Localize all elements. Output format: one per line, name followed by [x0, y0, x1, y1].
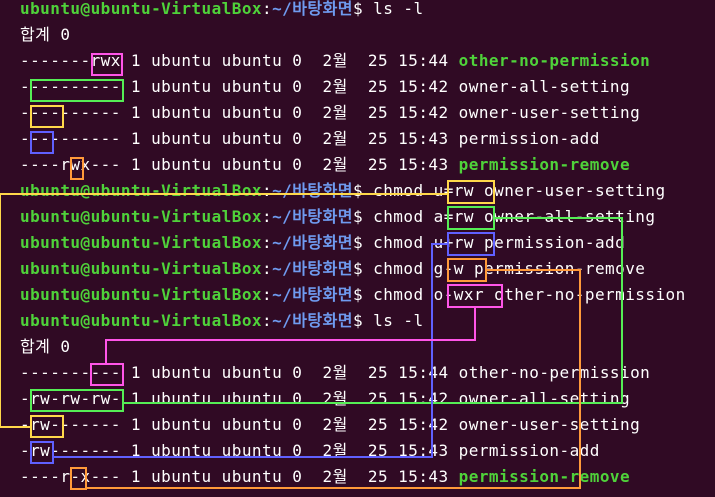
terminal-window[interactable]: ubuntu@ubuntu-VirtualBox:~/바탕화면$ ls -l 합계… — [0, 0, 715, 497]
file-meta: -rw-rw-rw- 1 ubuntu ubuntu 0 2월 25 15:42 — [20, 389, 459, 408]
file-name: permission-add — [458, 441, 600, 460]
file-name: permission-remove — [458, 467, 631, 486]
prompt-symbol: $ — [352, 233, 364, 252]
file-meta: ----rwx--- 1 ubuntu ubuntu 0 2월 25 15:43 — [20, 155, 459, 174]
file-meta: ---------- 1 ubuntu ubuntu 0 2월 25 15:43 — [20, 129, 459, 148]
prompt-path: ~/바탕화면 — [272, 233, 353, 252]
file-meta: ---------- 1 ubuntu ubuntu 0 2월 25 15:42 — [20, 77, 459, 96]
prompt-symbol: $ — [352, 0, 364, 18]
prompt-user: ubuntu@ubuntu-VirtualBox — [20, 0, 262, 18]
file-listing-row: -rw------- 1 ubuntu ubuntu 0 2월 25 15:43… — [20, 438, 600, 464]
prompt-sep: : — [262, 311, 273, 330]
prompt-symbol: $ — [352, 207, 364, 226]
output-line: 합계 0 — [20, 25, 71, 44]
prompt-path: ~/바탕화면 — [272, 207, 353, 226]
file-listing-row: ----r-x--- 1 ubuntu ubuntu 0 2월 25 15:43… — [20, 464, 630, 490]
prompt-line: ubuntu@ubuntu-VirtualBox:~/바탕화면$ chmod u… — [20, 178, 666, 204]
prompt-sep: : — [262, 285, 273, 304]
prompt-symbol: $ — [352, 311, 364, 330]
file-meta: -rw------- 1 ubuntu ubuntu 0 2월 25 15:42 — [20, 415, 459, 434]
output-line: 합계 0 — [20, 337, 71, 356]
file-meta: -rw------- 1 ubuntu ubuntu 0 2월 25 15:43 — [20, 441, 459, 460]
file-name: permission-add — [458, 129, 600, 148]
prompt-path: ~/바탕화면 — [272, 285, 353, 304]
file-meta: ---------- 1 ubuntu ubuntu 0 2월 25 15:42 — [20, 103, 459, 122]
prompt-line: ubuntu@ubuntu-VirtualBox:~/바탕화면$ ls -l — [20, 0, 424, 22]
command-text: chmod g-w permission-remove — [363, 259, 646, 278]
command-text: ls -l — [363, 311, 424, 330]
prompt-path: ~/바탕화면 — [272, 259, 353, 278]
command-text: ls -l — [363, 0, 424, 18]
file-name: owner-all-setting — [458, 389, 631, 408]
file-listing-row: ----rwx--- 1 ubuntu ubuntu 0 2월 25 15:43… — [20, 152, 630, 178]
file-name: owner-user-setting — [458, 415, 641, 434]
file-listing-row: -rw-rw-rw- 1 ubuntu ubuntu 0 2월 25 15:42… — [20, 386, 630, 412]
prompt-line: ubuntu@ubuntu-VirtualBox:~/바탕화면$ chmod g… — [20, 256, 645, 282]
prompt-sep: : — [262, 0, 273, 18]
prompt-line: ubuntu@ubuntu-VirtualBox:~/바탕화면$ ls -l — [20, 308, 424, 334]
file-name: owner-user-setting — [458, 103, 641, 122]
prompt-user: ubuntu@ubuntu-VirtualBox — [20, 207, 262, 226]
file-name: permission-remove — [458, 155, 631, 174]
prompt-user: ubuntu@ubuntu-VirtualBox — [20, 233, 262, 252]
command-text: chmod a=rw owner-all-setting — [363, 207, 656, 226]
prompt-line: ubuntu@ubuntu-VirtualBox:~/바탕화면$ chmod u… — [20, 230, 625, 256]
prompt-user: ubuntu@ubuntu-VirtualBox — [20, 181, 262, 200]
prompt-sep: : — [262, 181, 273, 200]
prompt-sep: : — [262, 233, 273, 252]
file-name: other-no-permission — [458, 51, 651, 70]
file-listing-row: ---------- 1 ubuntu ubuntu 0 2월 25 15:42… — [20, 100, 640, 126]
prompt-path: ~/바탕화면 — [272, 181, 353, 200]
file-listing-row: ---------- 1 ubuntu ubuntu 0 2월 25 15:42… — [20, 74, 630, 100]
prompt-user: ubuntu@ubuntu-VirtualBox — [20, 259, 262, 278]
prompt-sep: : — [262, 207, 273, 226]
prompt-symbol: $ — [352, 285, 364, 304]
prompt-path: ~/바탕화면 — [272, 0, 353, 18]
file-meta: -------rwx 1 ubuntu ubuntu 0 2월 25 15:44 — [20, 51, 459, 70]
file-listing-row: ---------- 1 ubuntu ubuntu 0 2월 25 15:44… — [20, 360, 650, 386]
prompt-symbol: $ — [352, 181, 364, 200]
prompt-user: ubuntu@ubuntu-VirtualBox — [20, 311, 262, 330]
file-listing-row: -rw------- 1 ubuntu ubuntu 0 2월 25 15:42… — [20, 412, 640, 438]
prompt-sep: : — [262, 259, 273, 278]
prompt-symbol: $ — [352, 259, 364, 278]
file-listing-row: -------rwx 1 ubuntu ubuntu 0 2월 25 15:44… — [20, 48, 650, 74]
file-meta: ---------- 1 ubuntu ubuntu 0 2월 25 15:44 — [20, 363, 459, 382]
prompt-path: ~/바탕화면 — [272, 311, 353, 330]
command-text: chmod u=rw owner-user-setting — [363, 181, 666, 200]
prompt-line: ubuntu@ubuntu-VirtualBox:~/바탕화면$ chmod o… — [20, 282, 686, 308]
prompt-user: ubuntu@ubuntu-VirtualBox — [20, 285, 262, 304]
file-meta: ----r-x--- 1 ubuntu ubuntu 0 2월 25 15:43 — [20, 467, 459, 486]
command-text: chmod u+rw permission-add — [363, 233, 626, 252]
command-text: chmod o-wxr other-no-permission — [363, 285, 686, 304]
file-listing-row: ---------- 1 ubuntu ubuntu 0 2월 25 15:43… — [20, 126, 600, 152]
prompt-line: ubuntu@ubuntu-VirtualBox:~/바탕화면$ chmod a… — [20, 204, 655, 230]
file-name: other-no-permission — [458, 363, 651, 382]
file-name: owner-all-setting — [458, 77, 631, 96]
